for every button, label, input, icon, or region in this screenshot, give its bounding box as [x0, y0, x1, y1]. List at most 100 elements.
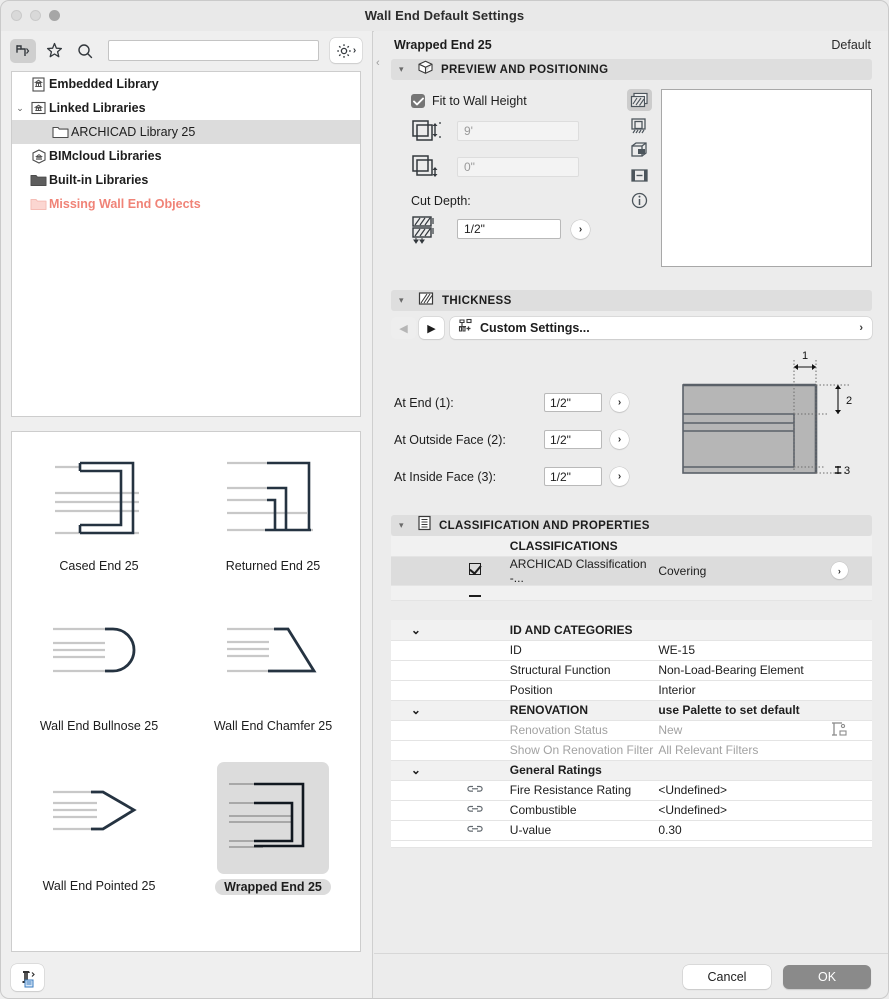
ok-button[interactable]: OK — [783, 964, 871, 989]
thickness-options-button[interactable]: › — [610, 393, 629, 412]
row-value[interactable]: Interior — [658, 680, 807, 701]
offset-input[interactable]: 0" — [457, 157, 579, 177]
row-value[interactable]: WE-15 — [658, 640, 807, 661]
row-name: Position — [509, 680, 659, 701]
thickness-input-at-inside-face[interactable]: 1/2" — [544, 467, 602, 486]
table-group-header-renovation[interactable]: ⌄ RENOVATION use Palette to set default — [391, 700, 872, 721]
section-thickness[interactable]: ▾ THICKNESS — [391, 290, 872, 311]
table-row[interactable]: Combustible <Undefined> — [391, 800, 872, 821]
thickness-options-button[interactable]: › — [610, 430, 629, 449]
star-icon[interactable] — [41, 39, 67, 63]
twisty[interactable]: ⌄ — [391, 760, 441, 781]
tree-item-linked-libraries[interactable]: ⌄ Linked Libraries — [12, 96, 360, 120]
row-action[interactable]: › — [806, 556, 872, 586]
cut-depth-options-button[interactable]: › — [571, 219, 590, 239]
twisty[interactable]: ⌄ — [391, 700, 441, 721]
wall-height-icon — [411, 118, 447, 144]
settings-header: Wrapped End 25 Default — [374, 31, 889, 59]
gallery-item-cased-end-25[interactable]: Cased End 25 — [12, 442, 186, 602]
twisty[interactable]: ⌄ — [12, 103, 28, 114]
gallery-item-wrapped-end-25[interactable]: Wrapped End 25 — [186, 762, 360, 922]
gallery-item-wall-end-pointed-25[interactable]: Wall End Pointed 25 — [12, 762, 186, 922]
thumbnail-wrapped-end — [217, 762, 329, 874]
group-title: ID AND CATEGORIES — [509, 620, 807, 641]
embed-object-icon[interactable] — [11, 964, 44, 991]
section-classification-and-properties[interactable]: ▾ CLASSIFICATION AND PROPERTIES — [391, 515, 872, 536]
default-label: Default — [831, 38, 871, 52]
info-icon[interactable] — [627, 189, 652, 211]
table-row[interactable]: ARCHICAD Classification -... Covering › — [391, 556, 872, 586]
2d-symbol-icon[interactable] — [627, 89, 652, 111]
table-row[interactable]: Fire Resistance Rating <Undefined> — [391, 780, 872, 801]
gear-icon[interactable]: › — [330, 38, 362, 63]
thickness-row-at-outside-face: At Outside Face (2): 1/2" › — [394, 421, 629, 458]
height-input[interactable]: 9' — [457, 121, 579, 141]
fit-to-wall-height-checkbox[interactable] — [411, 94, 425, 108]
library-search-box[interactable] — [108, 40, 319, 61]
thickness-options-button[interactable]: › — [610, 467, 629, 486]
section-view-icon[interactable] — [627, 164, 652, 186]
previous-preset-button[interactable]: ◀ — [391, 317, 416, 339]
chevron-right-icon[interactable]: › — [830, 562, 848, 579]
next-preset-button[interactable]: ▶ — [419, 317, 444, 339]
wall-end-object-icon[interactable] — [10, 38, 36, 63]
gallery-item-returned-end-25[interactable]: Returned End 25 — [186, 442, 360, 602]
custom-settings-combo[interactable]: Custom Settings... › — [450, 317, 872, 339]
table-row[interactable]: Show On Renovation Filter All Relevant F… — [391, 740, 872, 761]
thickness-input-at-outside-face[interactable]: 1/2" — [544, 430, 602, 449]
twisty[interactable] — [391, 536, 441, 557]
library-pane: › Embedded Library ⌄ Linked Libraries AR… — [0, 31, 373, 999]
gallery-item-wall-end-bullnose-25[interactable]: Wall End Bullnose 25 — [12, 602, 186, 762]
cancel-button[interactable]: Cancel — [683, 964, 771, 989]
chevron-down-icon[interactable]: ▾ — [399, 520, 410, 531]
thickness-row-at-inside-face: At Inside Face (3): 1/2" › — [394, 458, 629, 495]
wall-offset-icon — [411, 154, 447, 180]
table-row[interactable]: Position Interior — [391, 680, 872, 701]
elevation-view-icon[interactable] — [627, 114, 652, 136]
chevron-down-icon[interactable]: ▾ — [399, 295, 410, 306]
3d-view-icon[interactable] — [627, 139, 652, 161]
row-value[interactable]: <Undefined> — [658, 800, 807, 821]
row-value[interactable]: <Undefined> — [658, 780, 807, 801]
table-row[interactable]: Renovation Status New — [391, 720, 872, 741]
search-input[interactable] — [109, 41, 318, 60]
classification-body[interactable]: CLASSIFICATIONS ARCHICAD Classification … — [391, 536, 872, 848]
section-preview-and-positioning[interactable]: ▾ PREVIEW AND POSITIONING — [391, 59, 872, 80]
table-group-header-classifications[interactable]: CLASSIFICATIONS — [391, 536, 872, 557]
thickness-input-at-end[interactable]: 1/2" — [544, 393, 602, 412]
tree-item-missing-wall-end-objects[interactable]: Missing Wall End Objects — [12, 192, 360, 216]
object-preview-canvas[interactable] — [661, 89, 872, 267]
tree-item-builtin-libraries[interactable]: Built-in Libraries — [12, 168, 360, 192]
chevron-down-icon[interactable]: ▾ — [399, 64, 410, 75]
row-value[interactable]: 0.30 — [658, 820, 807, 841]
object-gallery[interactable]: Cased End 25 Returned End 25 Wall End Bu… — [11, 431, 361, 952]
group-title: CLASSIFICATIONS — [509, 536, 807, 557]
cut-depth-input[interactable]: 1/2" — [457, 219, 561, 239]
twisty[interactable]: ⌄ — [391, 620, 441, 641]
dialog-footer: Cancel OK — [374, 953, 889, 999]
thickness-row-at-end: At End (1): 1/2" › — [394, 384, 629, 421]
tree-item-bimcloud-libraries[interactable]: BIMcloud Libraries — [12, 144, 360, 168]
tree-item-embedded-library[interactable]: Embedded Library — [12, 72, 360, 96]
chevron-right-icon[interactable]: › — [859, 322, 863, 334]
settings-scroll-area[interactable]: ▾ PREVIEW AND POSITIONING Fit to Wall He… — [374, 59, 889, 953]
row-value[interactable]: Non-Load-Bearing Element — [658, 660, 807, 681]
maximize-button[interactable] — [49, 10, 60, 21]
table-row[interactable]: ID WE-15 — [391, 640, 872, 661]
table-group-header-general-ratings[interactable]: ⌄ General Ratings — [391, 760, 872, 781]
bimcloud-icon — [28, 148, 49, 164]
tree-item-archicad-library-25[interactable]: ARCHICAD Library 25 — [12, 120, 360, 144]
library-tree[interactable]: Embedded Library ⌄ Linked Libraries ARCH… — [11, 71, 361, 417]
settings-pane: ‹ Wrapped End 25 Default ▾ PREVIEW AND P… — [374, 31, 889, 999]
thickness-label: At Inside Face (3): — [394, 469, 497, 484]
table-row[interactable]: Structural Function Non-Load-Bearing Ele… — [391, 660, 872, 681]
window-controls — [11, 0, 60, 31]
minimize-button[interactable] — [30, 10, 41, 21]
search-icon[interactable] — [72, 39, 98, 63]
classification-checkbox[interactable] — [440, 556, 510, 586]
gallery-item-wall-end-chamfer-25[interactable]: Wall End Chamfer 25 — [186, 602, 360, 762]
preview-positioning-body: Fit to Wall Height 9' 0" Cut Depth: 1/2"… — [391, 80, 872, 290]
table-row[interactable]: U-value 0.30 — [391, 820, 872, 841]
table-group-header-id-and-categories[interactable]: ⌄ ID AND CATEGORIES — [391, 620, 872, 641]
close-button[interactable] — [11, 10, 22, 21]
